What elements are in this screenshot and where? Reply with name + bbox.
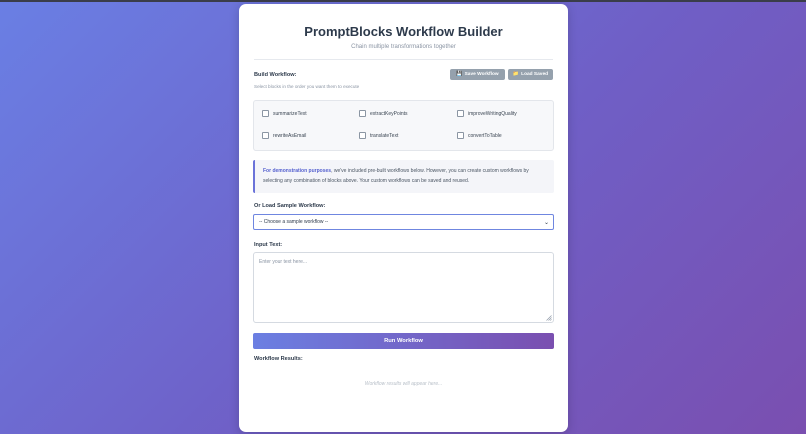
block-label: convertToTable bbox=[468, 132, 502, 139]
load-saved-button[interactable]: 📁 Load Saved bbox=[508, 69, 553, 80]
sample-workflow-selected: -- Choose a sample workflow -- bbox=[259, 219, 329, 225]
input-text-area[interactable]: Enter your text here... bbox=[253, 252, 554, 323]
save-workflow-button[interactable]: 💾 Save Workflow bbox=[450, 69, 505, 80]
floppy-disk-icon: 💾 bbox=[456, 71, 463, 77]
block-checkbox[interactable] bbox=[262, 110, 269, 117]
input-text-label: Input Text: bbox=[254, 242, 283, 248]
block-label: rewriteAsEmail bbox=[273, 132, 307, 139]
sample-workflow-label: Or Load Sample Workflow: bbox=[254, 203, 326, 209]
block-checkbox[interactable] bbox=[262, 132, 269, 139]
chevron-down-icon: ⌄ bbox=[543, 220, 549, 226]
load-saved-label: Load Saved bbox=[521, 72, 549, 77]
page-subtitle: Chain multiple transformations together bbox=[351, 44, 456, 50]
block-option-summarize-text[interactable]: summarizeText bbox=[262, 110, 307, 117]
workflow-results-placeholder: Workflow results will appear here... bbox=[364, 381, 443, 387]
block-checkbox[interactable] bbox=[457, 132, 464, 139]
block-checkbox[interactable] bbox=[359, 132, 366, 139]
block-checkbox[interactable] bbox=[457, 110, 464, 117]
demo-info-note: For demonstration purposes, we've includ… bbox=[253, 160, 554, 193]
sample-workflow-select[interactable]: -- Choose a sample workflow -- ⌄ bbox=[253, 214, 554, 230]
folder-icon: 📁 bbox=[512, 71, 520, 77]
workflow-results-label: Workflow Results: bbox=[254, 356, 303, 362]
block-option-convert-to-table[interactable]: convertToTable bbox=[457, 132, 502, 139]
resize-grip-icon[interactable] bbox=[546, 315, 552, 321]
run-workflow-button[interactable]: Run Workflow bbox=[253, 333, 554, 349]
block-label: extractKeyPoints bbox=[370, 110, 408, 117]
block-option-extract-key-points[interactable]: extractKeyPoints bbox=[359, 110, 408, 117]
block-label: translateText bbox=[370, 132, 399, 139]
block-option-rewrite-as-email[interactable]: rewriteAsEmail bbox=[262, 132, 306, 139]
workflow-builder-card: PromptBlocks Workflow Builder Chain mult… bbox=[239, 4, 568, 432]
page-title: PromptBlocks Workflow Builder bbox=[304, 24, 503, 39]
header-divider bbox=[254, 59, 553, 60]
block-checkbox[interactable] bbox=[359, 110, 366, 117]
input-placeholder: Enter your text here... bbox=[259, 259, 308, 265]
save-workflow-label: Save Workflow bbox=[464, 72, 499, 77]
block-selector: summarizeText extractKeyPoints improveWr… bbox=[253, 100, 554, 151]
block-option-improve-writing-quality[interactable]: improveWritingQuality bbox=[457, 110, 517, 117]
block-label: improveWritingQuality bbox=[468, 110, 517, 117]
block-label: summarizeText bbox=[273, 110, 307, 117]
build-workflow-hint: Select blocks in the order you want them… bbox=[254, 84, 360, 89]
window-top-bar bbox=[0, 0, 806, 2]
note-emphasis: For demonstration purposes bbox=[263, 168, 332, 174]
block-option-translate-text[interactable]: translateText bbox=[359, 132, 398, 139]
build-workflow-label: Build Workflow: bbox=[254, 72, 297, 78]
